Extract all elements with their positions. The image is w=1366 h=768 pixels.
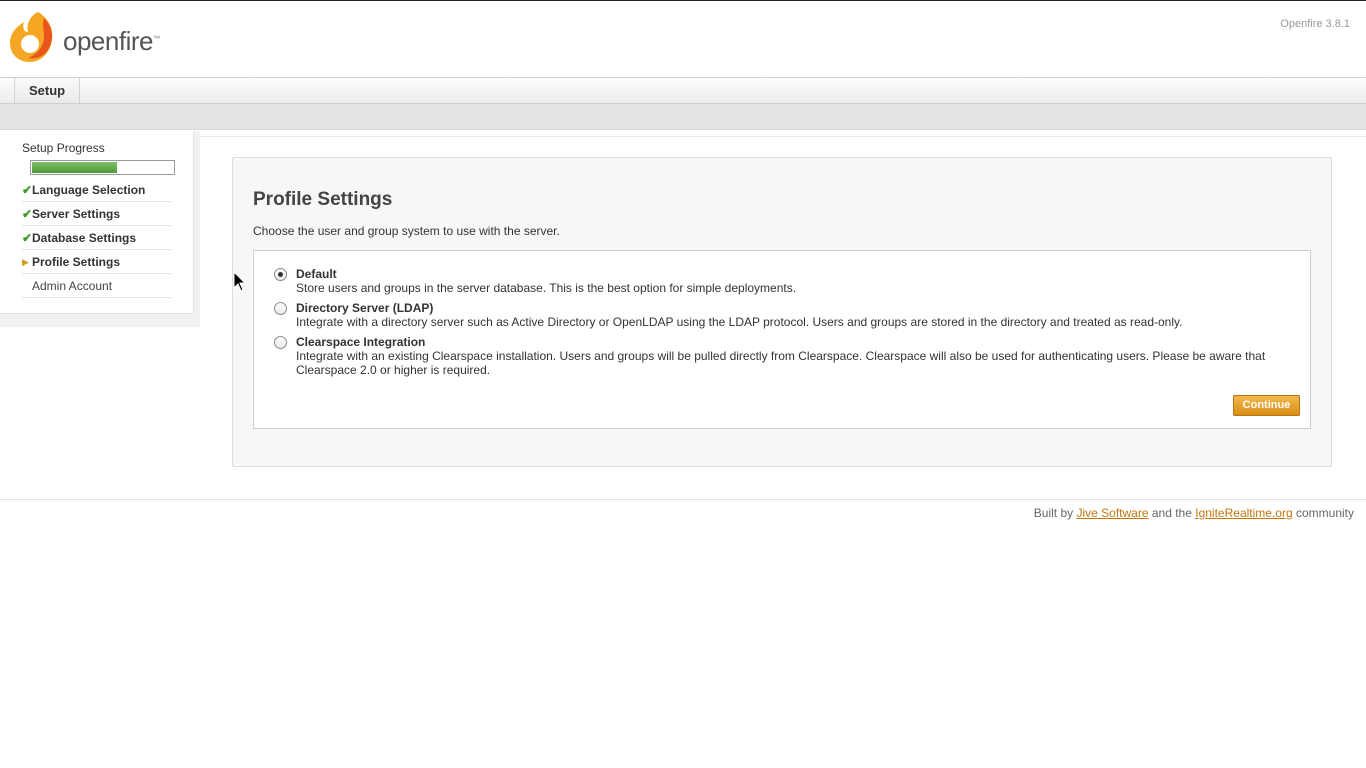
step-label: Database Settings bbox=[32, 231, 137, 245]
step-label: Admin Account bbox=[32, 279, 113, 293]
sidebar-step-language: ✔ Language Selection bbox=[22, 178, 172, 202]
option-description: Integrate with an existing Clearspace in… bbox=[296, 349, 1266, 377]
tab-bar: Setup bbox=[0, 77, 1366, 104]
sidebar-step-server: ✔ Server Settings bbox=[22, 202, 172, 226]
jive-software-link[interactable]: Jive Software bbox=[1076, 506, 1148, 520]
openfire-logo[interactable]: openfire™ bbox=[8, 10, 168, 64]
step-label: Server Settings bbox=[32, 207, 121, 221]
setup-progress-panel: Setup Progress ✔ Language Selection ✔ Se… bbox=[0, 131, 194, 314]
radio-clearspace[interactable] bbox=[274, 336, 287, 349]
option-description: Integrate with a directory server such a… bbox=[296, 315, 1183, 329]
radio-ldap[interactable] bbox=[274, 302, 287, 315]
step-label: Language Selection bbox=[32, 183, 146, 197]
page-description: Choose the user and group system to use … bbox=[253, 224, 560, 238]
continue-button[interactable]: Continue bbox=[1233, 395, 1300, 416]
setup-progress-label: Setup Progress bbox=[22, 141, 105, 155]
logo-wordmark: openfire™ bbox=[63, 26, 160, 56]
page-title: Profile Settings bbox=[253, 189, 393, 210]
profile-settings-panel: Profile Settings Choose the user and gro… bbox=[232, 157, 1332, 467]
option-title[interactable]: Directory Server (LDAP) bbox=[296, 301, 433, 315]
option-description: Store users and groups in the server dat… bbox=[296, 281, 797, 295]
step-label: Profile Settings bbox=[32, 255, 121, 269]
flame-logo-icon bbox=[10, 12, 53, 62]
sidebar-step-database: ✔ Database Settings bbox=[22, 226, 172, 250]
option-title[interactable]: Clearspace Integration bbox=[296, 335, 425, 349]
arrow-right-icon: ▶ bbox=[22, 257, 29, 267]
footer-middle: and the bbox=[1151, 506, 1192, 520]
footer-credits: Built by Jive Software and the IgniteRea… bbox=[1034, 506, 1354, 520]
check-icon: ✔ bbox=[22, 183, 33, 197]
footer-prefix: Built by bbox=[1033, 506, 1074, 520]
setup-progress-fill bbox=[32, 162, 117, 173]
igniterealtime-link[interactable]: IgniteRealtime.org bbox=[1195, 506, 1292, 520]
sidebar-step-profile: ▶ Profile Settings bbox=[22, 250, 172, 274]
sidebar: Setup Progress ✔ Language Selection ✔ Se… bbox=[0, 131, 200, 327]
option-title[interactable]: Default bbox=[296, 267, 337, 281]
header: openfire™ Openfire 3.8.1 bbox=[0, 0, 1366, 78]
content-divider bbox=[196, 136, 1366, 137]
check-icon: ✔ bbox=[22, 207, 33, 221]
mouse-cursor-icon bbox=[233, 271, 247, 292]
version-label: Openfire 3.8.1 bbox=[1280, 18, 1350, 30]
tab-setup[interactable]: Setup bbox=[14, 78, 81, 103]
footer: Built by Jive Software and the IgniteRea… bbox=[0, 499, 1366, 520]
check-icon: ✔ bbox=[22, 231, 33, 245]
radio-default[interactable] bbox=[274, 268, 287, 281]
setup-progress-bar bbox=[30, 160, 175, 175]
sidebar-step-admin: Admin Account bbox=[22, 274, 172, 298]
footer-suffix: community bbox=[1295, 506, 1354, 520]
sub-navigation-bar bbox=[0, 104, 1366, 130]
profile-options-box: Default Store users and groups in the se… bbox=[253, 250, 1311, 429]
